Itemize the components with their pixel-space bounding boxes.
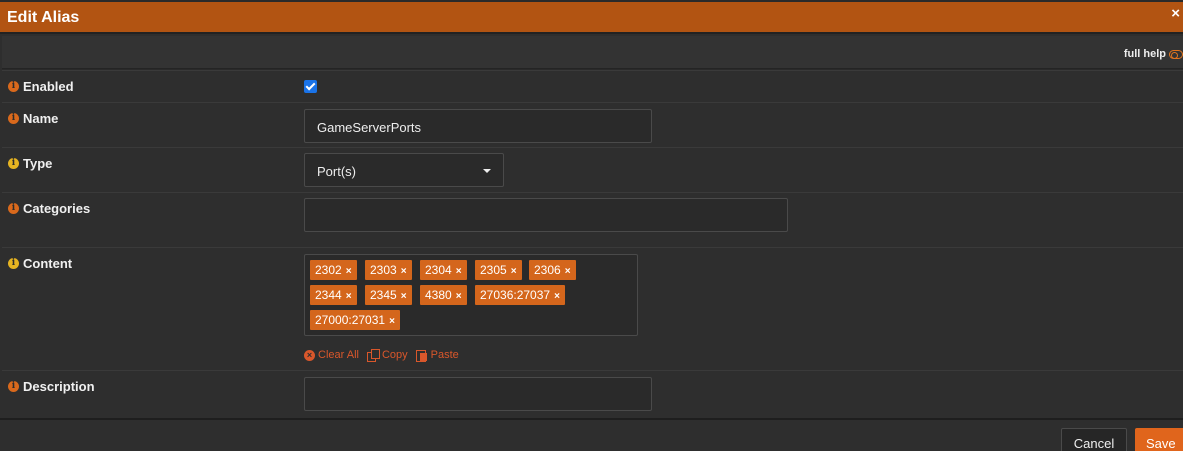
remove-tag-icon[interactable]: × <box>565 266 571 277</box>
help-bar: full help <box>2 36 1183 69</box>
copy-button[interactable]: Copy <box>366 349 408 362</box>
cancel-button[interactable]: Cancel <box>1061 428 1127 451</box>
clear-all-button[interactable]: × Clear All <box>304 349 359 361</box>
info-icon[interactable]: i <box>8 258 19 269</box>
dialog-body: full help i Enabled i Name GameServerPor… <box>2 36 1183 416</box>
dialog-title: Edit Alias <box>7 9 80 26</box>
content-tag[interactable]: 2303 × <box>365 260 412 280</box>
name-input[interactable]: GameServerPorts <box>304 109 652 143</box>
remove-tag-icon[interactable]: × <box>511 266 517 277</box>
enabled-label: i Enabled <box>8 79 74 94</box>
content-tag[interactable]: 2345 × <box>365 285 412 305</box>
row-type: i Type Port(s) <box>2 147 1183 192</box>
save-button[interactable]: Save <box>1135 428 1183 451</box>
close-icon[interactable]: × <box>1171 6 1180 21</box>
categories-input[interactable] <box>304 198 788 232</box>
content-actions: × Clear All Copy Paste <box>304 349 459 362</box>
info-icon[interactable]: i <box>8 203 19 214</box>
content-tag[interactable]: 2306 × <box>529 260 576 280</box>
content-tag[interactable]: 2344 × <box>310 285 357 305</box>
type-select[interactable]: Port(s) <box>304 153 504 187</box>
name-label: i Name <box>8 111 58 126</box>
content-tag-input[interactable]: 2302 × 2303 × 2304 × 2305 × 2306 × 2344 × 2345… <box>304 254 638 336</box>
remove-tag-icon[interactable]: × <box>389 316 395 327</box>
row-content: i Content 2302 × 2303 × 2304 × 2305 × 2306 × … <box>2 247 1183 370</box>
info-icon[interactable]: i <box>8 113 19 124</box>
chevron-down-icon <box>483 169 491 173</box>
row-enabled: i Enabled <box>2 70 1183 102</box>
remove-tag-icon[interactable]: × <box>456 266 462 277</box>
type-label: i Type <box>8 156 52 171</box>
enabled-checkbox[interactable] <box>304 80 317 93</box>
remove-tag-icon[interactable]: × <box>554 291 560 302</box>
clear-icon: × <box>304 349 315 361</box>
remove-tag-icon[interactable]: × <box>346 291 352 302</box>
remove-tag-icon[interactable]: × <box>456 291 462 302</box>
content-label: i Content <box>8 256 72 271</box>
row-name: i Name GameServerPorts <box>2 102 1183 147</box>
content-tag[interactable]: 2305 × <box>475 260 522 280</box>
paste-button[interactable]: Paste <box>415 349 459 362</box>
full-help-label: full help <box>1123 48 1166 60</box>
row-description: i Description <box>2 370 1183 416</box>
row-categories: i Categories <box>2 192 1183 247</box>
remove-tag-icon[interactable]: × <box>346 266 352 277</box>
content-tag[interactable]: 2302 × <box>310 260 357 280</box>
categories-label: i Categories <box>8 201 90 216</box>
info-icon[interactable]: i <box>8 81 19 92</box>
paste-icon <box>415 349 428 362</box>
full-help-toggle[interactable]: full help <box>1124 48 1183 60</box>
content-tag[interactable]: 4380 × <box>420 285 467 305</box>
remove-tag-icon[interactable]: × <box>401 266 407 277</box>
dialog-titlebar: Edit Alias × <box>0 0 1183 34</box>
content-tag[interactable]: 2304 × <box>420 260 467 280</box>
description-input[interactable] <box>304 377 652 411</box>
description-label: i Description <box>8 379 95 394</box>
info-icon[interactable]: i <box>8 381 19 392</box>
content-tag[interactable]: 27000:27031 × <box>310 310 400 330</box>
dialog-footer: Cancel Save <box>0 418 1183 451</box>
copy-icon <box>366 349 380 362</box>
content-tag[interactable]: 27036:27037 × <box>475 285 565 305</box>
toggle-icon[interactable] <box>1169 49 1183 59</box>
remove-tag-icon[interactable]: × <box>401 291 407 302</box>
type-select-value: Port(s) <box>317 164 356 179</box>
info-icon[interactable]: i <box>8 158 19 169</box>
